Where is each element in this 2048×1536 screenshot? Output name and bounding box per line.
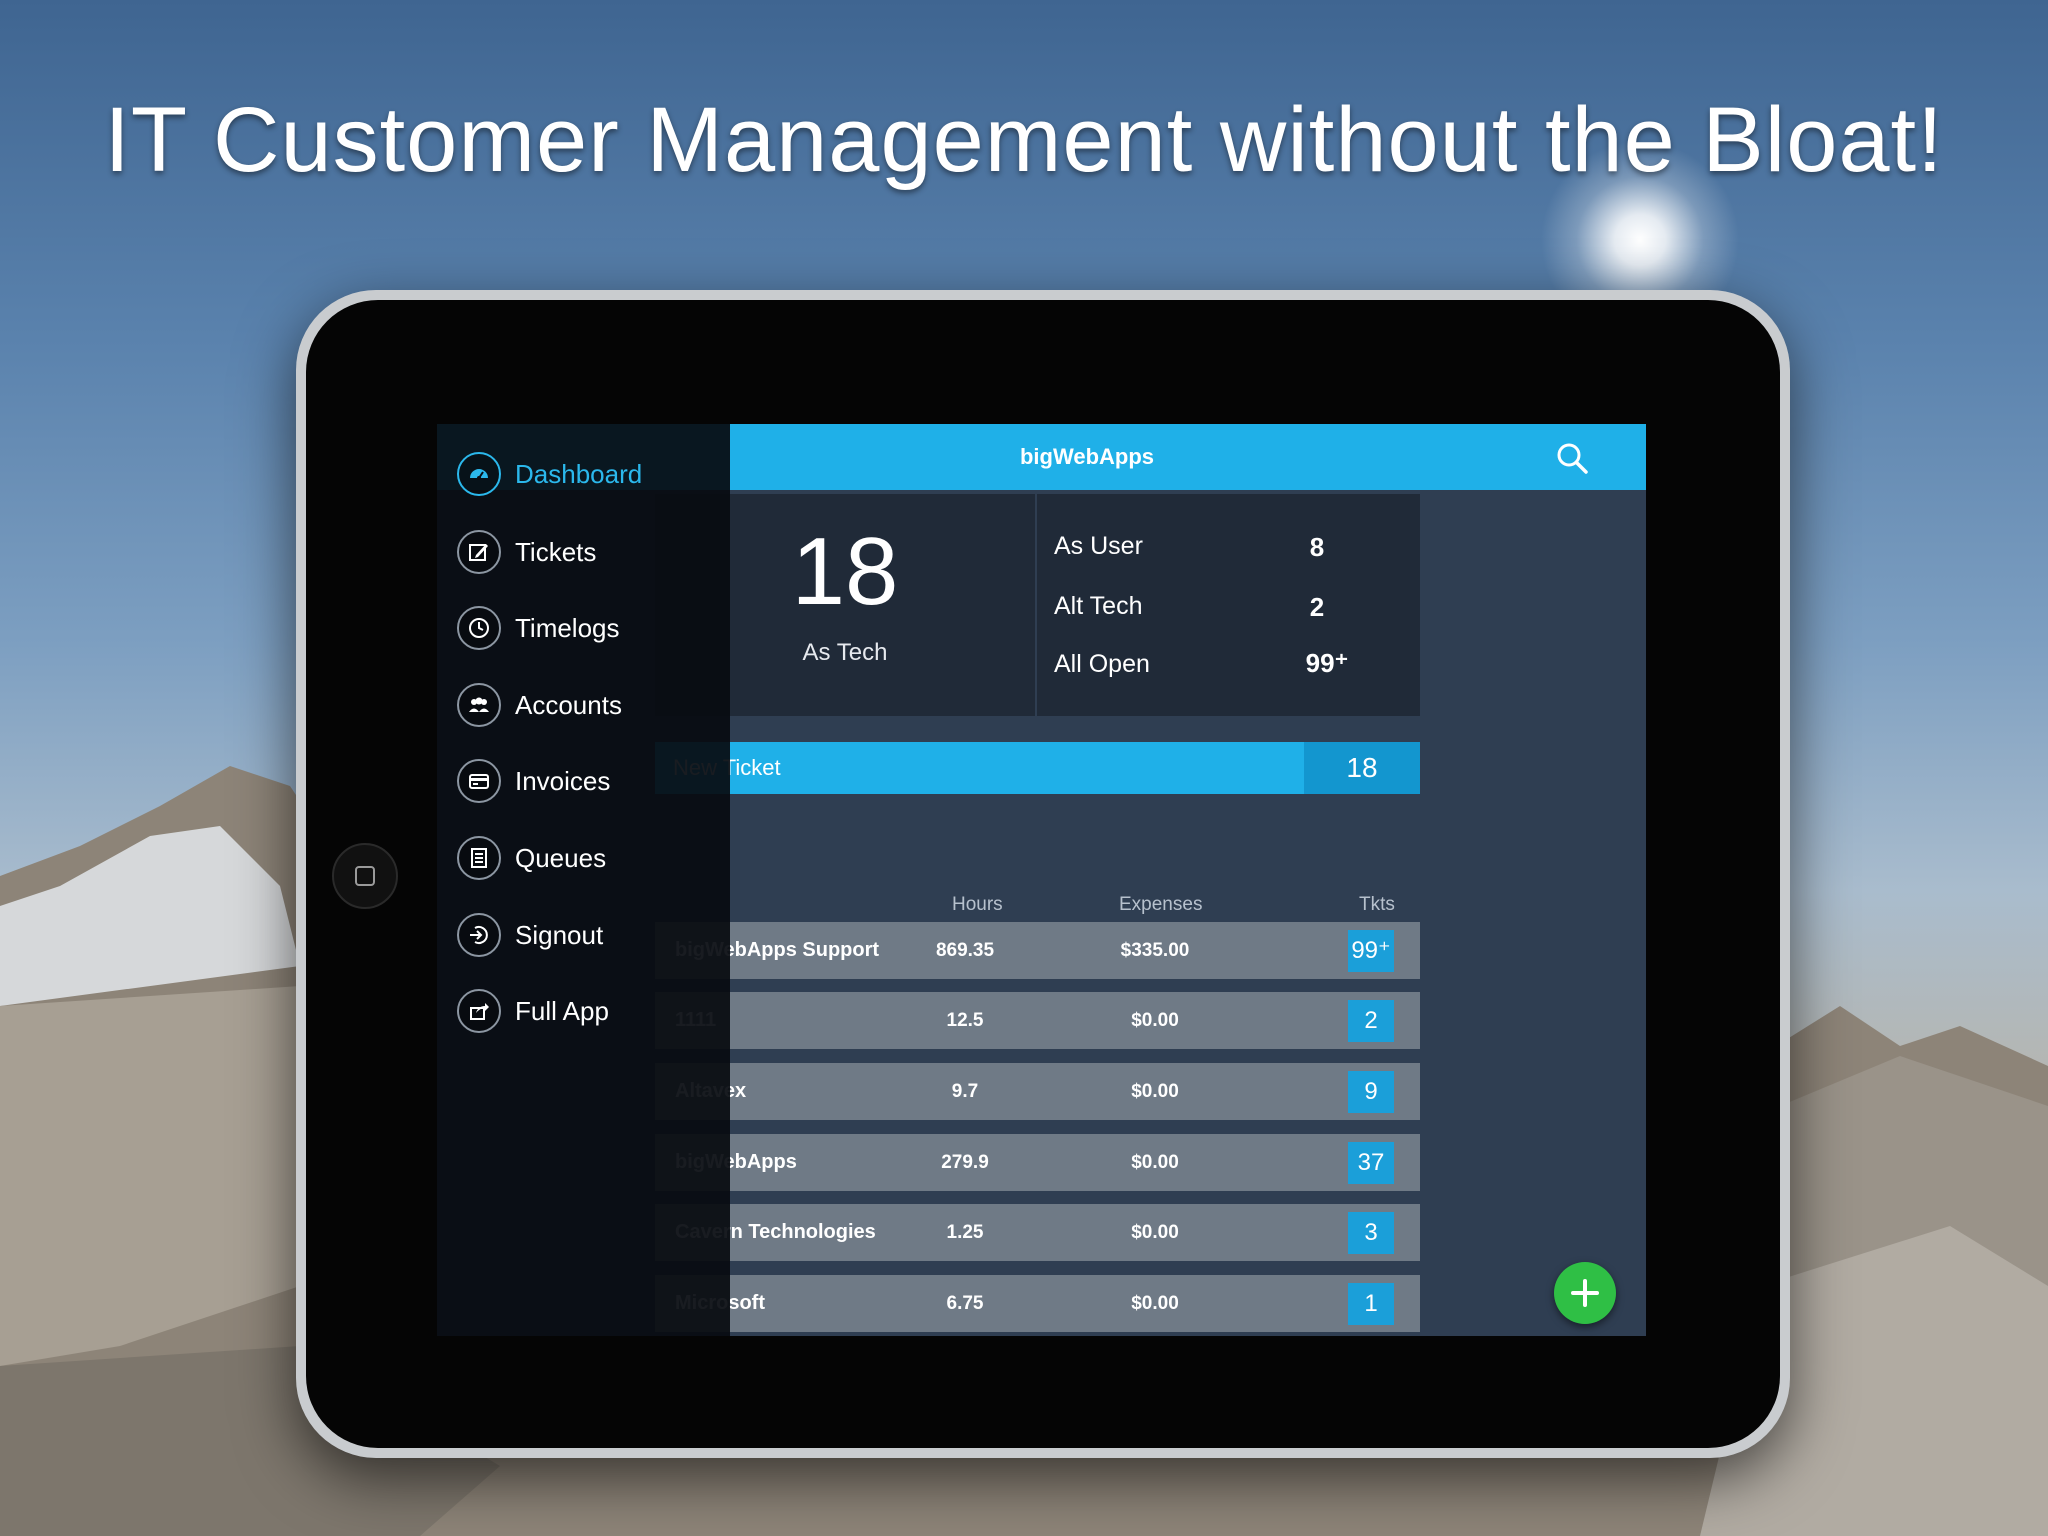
signout-icon [457,913,501,957]
stat-value-alt-tech: 2 [1309,592,1325,622]
sidebar-item-label: Full App [515,995,609,1026]
table-row[interactable]: 1111 12.5 $0.00 2 [655,992,1420,1049]
add-button[interactable] [1554,1262,1616,1324]
app-title: bigWebApps [1019,444,1155,469]
table-row[interactable]: Microsoft 6.75 $0.00 1 [655,1275,1420,1332]
sidebar-item-label: Dashboard [515,458,643,489]
stat-label-all-open: All Open [1054,650,1150,678]
account-expenses: $0.00 [1131,1081,1179,1102]
account-tickets-badge[interactable]: 2 [1348,1000,1394,1042]
stat-value-as-user: 8 [1309,532,1325,562]
table-row[interactable]: Altavex 9.7 $0.00 9 [655,1063,1420,1120]
sidebar-item-label: Invoices [515,765,611,796]
account-expenses: $335.00 [1120,940,1190,961]
nav-drawer: Dashboard Tickets Timelogs Accounts Invo… [437,424,730,1336]
list-icon [457,836,501,880]
column-header-hours: Hours [952,894,1003,915]
sidebar-item-label: Timelogs [515,612,620,643]
card-icon [457,759,501,803]
new-ticket-bar[interactable]: New Ticket 18 [655,742,1420,794]
account-expenses: $0.00 [1131,1222,1179,1243]
share-icon [457,989,501,1033]
account-hours: 6.75 [946,1293,984,1314]
app-screen: bigWebApps 18 As Tech As User 8 Alt Tech… [437,424,1646,1336]
account-hours: 9.7 [951,1081,979,1102]
account-tickets-badge[interactable]: 99⁺ [1348,930,1394,972]
sidebar-item-invoices[interactable]: Invoices [457,757,610,805]
column-header-tkts: Tkts [1359,894,1395,915]
column-header-expenses: Expenses [1119,894,1203,915]
account-hours: 279.9 [941,1152,989,1173]
sidebar-item-signout[interactable]: Signout [457,911,603,959]
account-tickets-badge[interactable]: 37 [1348,1142,1394,1184]
account-expenses: $0.00 [1131,1010,1179,1031]
people-icon [457,683,501,727]
sidebar-item-tickets[interactable]: Tickets [457,528,596,576]
account-hours: 12.5 [946,1010,984,1031]
sidebar-item-label: Tickets [515,536,597,567]
new-ticket-count: 18 [1304,742,1420,794]
stat-label-alt-tech: Alt Tech [1054,592,1143,620]
table-row[interactable]: Cavern Technologies 1.25 $0.00 3 [655,1204,1420,1261]
account-expenses: $0.00 [1131,1293,1179,1314]
sidebar-item-accounts[interactable]: Accounts [457,681,622,729]
account-tickets-badge[interactable]: 3 [1348,1212,1394,1254]
headline: IT Customer Management without the Bloat… [104,89,1944,191]
table-row[interactable]: bigWebApps 279.9 $0.00 37 [655,1134,1420,1191]
sidebar-item-full-app[interactable]: Full App [457,987,609,1035]
sidebar-item-label: Accounts [515,689,622,720]
account-expenses: $0.00 [1131,1152,1179,1173]
home-button[interactable] [332,843,398,909]
account-tickets-badge[interactable]: 9 [1348,1071,1394,1113]
stat-label-as-user: As User [1054,532,1143,560]
sidebar-item-timelogs[interactable]: Timelogs [457,604,620,652]
table-row[interactable]: bigWebApps Support 869.35 $335.00 99⁺ [655,922,1420,979]
dashboard-icon [457,452,501,496]
edit-icon [457,530,501,574]
account-hours: 1.25 [946,1222,984,1243]
clock-icon [457,606,501,650]
sidebar-item-label: Signout [515,919,604,950]
account-hours: 869.35 [935,940,995,961]
search-icon[interactable] [1555,441,1589,475]
account-tickets-badge[interactable]: 1 [1348,1283,1394,1325]
sidebar-item-label: Queues [515,842,607,873]
stat-value-all-open: 99⁺ [1305,648,1349,678]
sidebar-item-dashboard[interactable]: Dashboard [457,450,642,498]
sidebar-item-queues[interactable]: Queues [457,834,606,882]
